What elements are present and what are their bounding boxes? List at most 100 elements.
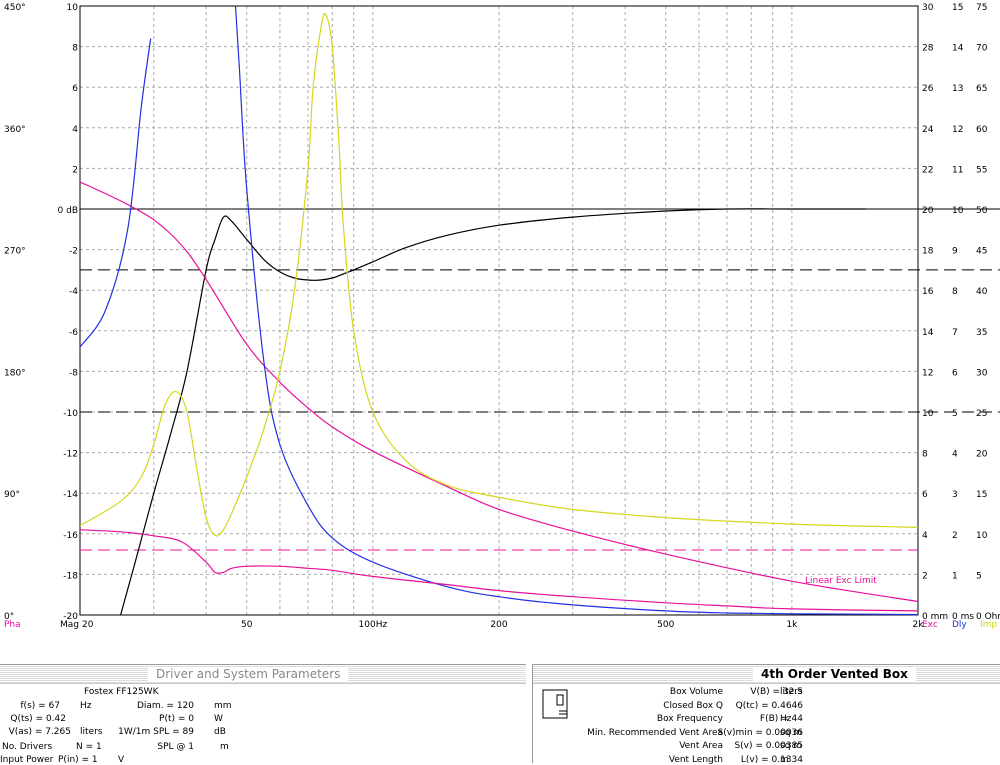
spl-distance-unit: m [220, 742, 229, 752]
x-tick-label: 200 [490, 620, 507, 630]
x-tick-label: 500 [657, 620, 674, 630]
db-tick-label: 8 [72, 44, 78, 54]
pt-value[interactable]: P(t) = 0 [120, 714, 194, 724]
input-power-unit: V [118, 755, 125, 765]
dly-axis-label: Dly [952, 620, 967, 630]
db-tick-label: -18 [63, 571, 78, 581]
vented-box-panel: 4th Order Vented Box Box Volume V(B) = 32… [532, 664, 1000, 765]
db-tick-label: -14 [63, 490, 78, 500]
db-tick-label: 0 dB [58, 206, 78, 216]
right-axis-tick-label: 10 [952, 206, 964, 216]
right-axis-tick-label: 28 [922, 44, 934, 54]
mag-axis-label: Mag [60, 620, 79, 630]
linear-exc-limit-label: Linear Exc Limit [805, 576, 877, 586]
box-panel-titlebar: 4th Order Vented Box [533, 665, 1000, 684]
box-param-unit: Hz [780, 714, 792, 724]
db-tick-label: -10 [63, 409, 78, 419]
delay-curve [79, 38, 152, 348]
box-param-unit: m [780, 754, 789, 765]
right-axis-tick-label: 25 [976, 409, 987, 419]
right-axis-tick-label: 30 [922, 3, 934, 13]
driver-model: Fostex FF125WK [84, 687, 159, 697]
db-tick-label: -6 [69, 328, 78, 338]
db-tick-label: 2 [72, 165, 78, 175]
diam-value[interactable]: Diam. = 120 [120, 701, 194, 711]
right-axis-tick-label: 14 [922, 328, 934, 338]
drivers-value[interactable]: N = 1 [76, 742, 102, 752]
imp-axis-label: Imp [980, 620, 997, 630]
right-axis-tick-label: 6 [922, 490, 928, 500]
right-axis-tick-label: 70 [976, 44, 988, 54]
pt-unit: W [214, 714, 223, 724]
phase-tick-label: 360° [4, 125, 26, 135]
right-axis-tick-label: 40 [976, 287, 988, 297]
right-axis-tick-label: 45 [976, 247, 987, 257]
x-tick-label: 100Hz [359, 620, 388, 630]
right-axis-tick-label: 30 [976, 368, 988, 378]
right-axis-tick-label: 35 [976, 328, 987, 338]
right-axis-tick-label: 22 [922, 165, 933, 175]
phase-tick-label: 450° [4, 3, 26, 13]
right-axis-tick-label: 12 [952, 125, 963, 135]
right-axis-tick-label: 5 [952, 409, 958, 419]
box-param-unit: sq m [780, 741, 803, 751]
box-panel-title: 4th Order Vented Box [753, 667, 916, 681]
qts-value[interactable]: Q(ts) = 0.42 [0, 714, 66, 724]
spl-distance-value[interactable]: SPL @ 1 [120, 742, 194, 752]
driver-panel-titlebar: Driver and System Parameters [0, 665, 526, 684]
right-axis-tick-label: 15 [976, 490, 987, 500]
x-tick-label: 1k [786, 620, 798, 630]
fs-value[interactable]: f(s) = 67 [0, 701, 60, 711]
phase-tick-label: 180° [4, 368, 26, 378]
right-axis-tick-label: 14 [952, 44, 964, 54]
db-tick-label: -2 [69, 247, 78, 257]
response-graph: 1086420 dB-2-4-6-8-10-12-14-16-18-20450°… [4, 3, 1000, 630]
box-param-unit: sq m [780, 727, 803, 738]
right-axis-tick-label: 10 [922, 409, 934, 419]
input-power-label: Input Power [0, 755, 54, 765]
right-axis-tick-label: 5 [976, 571, 982, 581]
db-tick-label: -4 [69, 287, 78, 297]
right-axis-tick-label: 24 [922, 125, 934, 135]
phase-axis-label: Pha [4, 620, 21, 630]
db-tick-label: -8 [69, 368, 78, 378]
right-axis-tick-label: 8 [952, 287, 958, 297]
right-axis-tick-label: 55 [976, 165, 987, 175]
spl-unit: dB [214, 727, 226, 737]
right-axis-tick-label: 20 [922, 206, 934, 216]
driver-panel-title: Driver and System Parameters [148, 667, 349, 681]
vented-box-icon [542, 689, 568, 719]
right-axis-tick-label: 18 [922, 247, 934, 257]
right-axis-tick-label: 10 [976, 531, 988, 541]
right-axis-tick-label: 20 [976, 450, 988, 460]
right-axis-tick-label: 16 [922, 287, 934, 297]
x-tick-label: 50 [241, 620, 253, 630]
phase-tick-label: 90° [4, 490, 20, 500]
delay2-curve [234, 5, 919, 616]
fs-unit: Hz [80, 701, 92, 711]
db-tick-label: 10 [67, 3, 79, 13]
right-axis-tick-label: 50 [976, 206, 988, 216]
right-axis-tick-label: 11 [952, 165, 963, 175]
right-axis-tick-label: 2 [922, 571, 928, 581]
spl-value[interactable]: 1W/1m SPL = 89 [100, 727, 194, 737]
db-tick-label: -16 [63, 531, 78, 541]
input-power-value[interactable]: P(in) = 1 [58, 755, 98, 765]
right-axis-tick-label: 15 [952, 3, 963, 13]
x-tick-label: 20 [82, 620, 94, 630]
right-axis-tick-label: 26 [922, 84, 934, 94]
box-param-value[interactable]: Q(tc) = 0.4646 [699, 701, 803, 711]
right-axis-tick-label: 4 [952, 450, 958, 460]
right-axis-tick-label: 9 [952, 247, 958, 257]
right-axis-tick-label: 13 [952, 84, 963, 94]
right-axis-tick-label: 4 [922, 531, 928, 541]
vas-value[interactable]: V(as) = 7.265 [0, 727, 71, 737]
phase-tick-label: 270° [4, 247, 26, 257]
right-axis-tick-label: 12 [922, 368, 933, 378]
right-axis-tick-label: 6 [952, 368, 958, 378]
right-axis-tick-label: 8 [922, 450, 928, 460]
right-axis-tick-label: 75 [976, 3, 987, 13]
db-tick-label: 6 [72, 84, 78, 94]
reference-lines [80, 208, 1000, 551]
right-axis-tick-label: 65 [976, 84, 987, 94]
